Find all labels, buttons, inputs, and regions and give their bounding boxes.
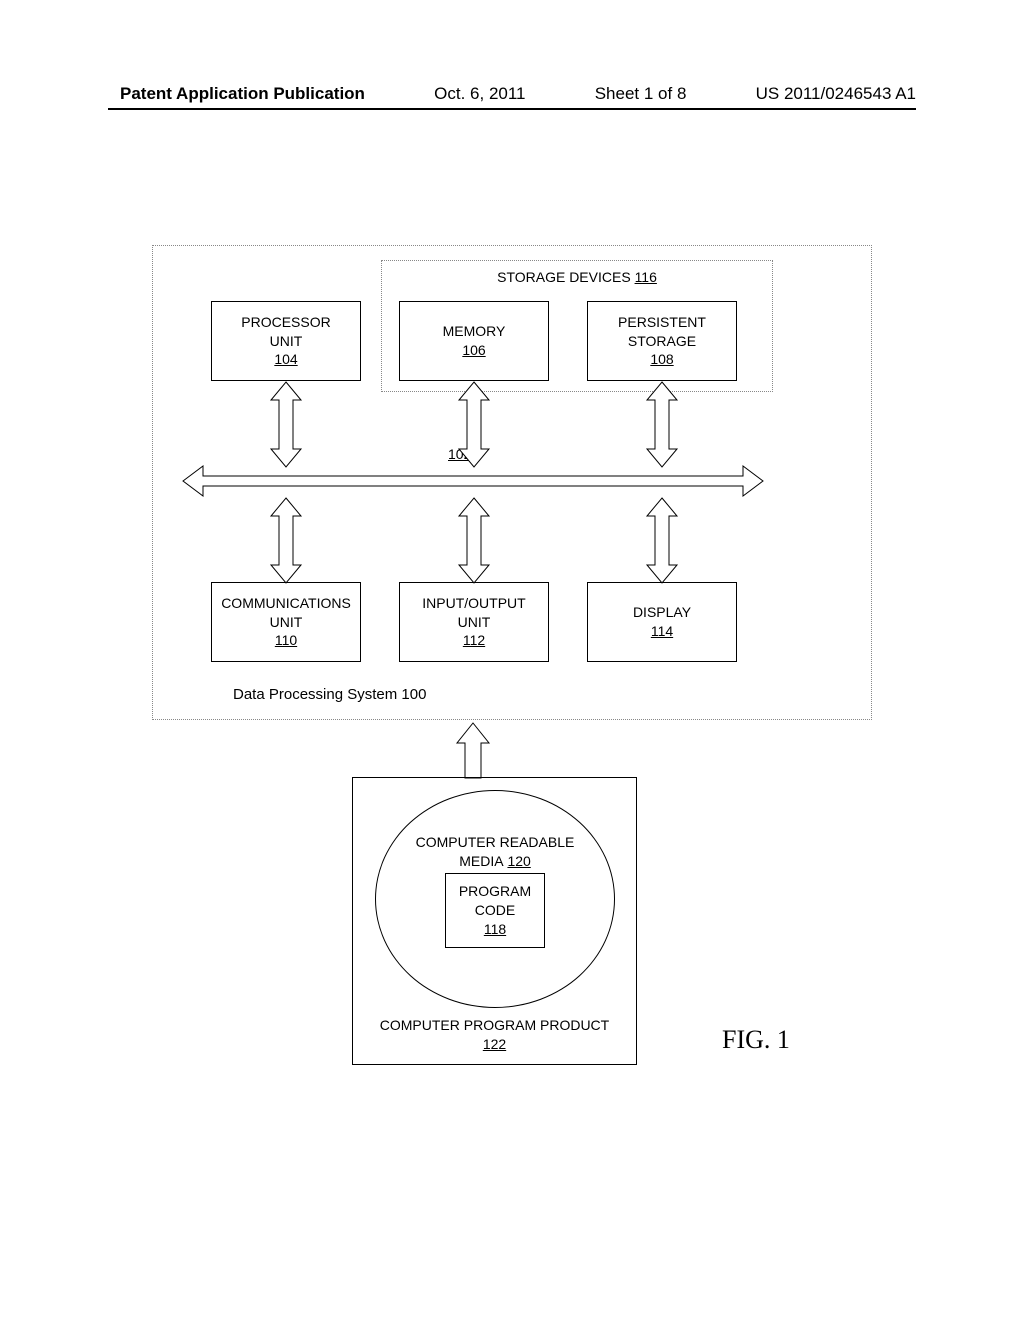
communications-unit-block: COMMUNICATIONS UNIT 110 bbox=[211, 582, 361, 662]
page-header: Patent Application Publication Oct. 6, 2… bbox=[0, 84, 1024, 104]
publication-type: Patent Application Publication bbox=[120, 84, 365, 104]
double-arrow-icon bbox=[459, 382, 489, 467]
storage-devices-label: STORAGE DEVICES 116 bbox=[382, 269, 772, 285]
double-arrow-icon bbox=[647, 382, 677, 467]
data-processing-system-box: STORAGE DEVICES 116 PROCESSOR UNIT 104 M… bbox=[152, 245, 872, 720]
computer-program-product-box: COMPUTER READABLE MEDIA 120 PROGRAM CODE… bbox=[352, 777, 637, 1065]
processor-unit-block: PROCESSOR UNIT 104 bbox=[211, 301, 361, 381]
double-arrow-icon bbox=[459, 498, 489, 583]
system-label: Data Processing System 100 bbox=[233, 686, 426, 703]
input-output-unit-block: INPUT/OUTPUT UNIT 112 bbox=[399, 582, 549, 662]
publication-date: Oct. 6, 2011 bbox=[434, 84, 525, 104]
memory-block: MEMORY 106 bbox=[399, 301, 549, 381]
figure-label: FIG. 1 bbox=[722, 1025, 790, 1055]
sheet-number: Sheet 1 of 8 bbox=[595, 84, 687, 104]
publication-number: US 2011/0246543 A1 bbox=[756, 84, 916, 104]
program-code-block: PROGRAM CODE 118 bbox=[445, 873, 545, 948]
double-arrow-icon bbox=[271, 382, 301, 467]
double-arrow-icon bbox=[271, 498, 301, 583]
double-arrow-icon bbox=[647, 498, 677, 583]
computer-program-product-label: COMPUTER PROGRAM PRODUCT 122 bbox=[353, 1016, 636, 1054]
figure-diagram: STORAGE DEVICES 116 PROCESSOR UNIT 104 M… bbox=[152, 245, 872, 1065]
up-arrow-icon bbox=[457, 723, 489, 778]
header-rule bbox=[108, 108, 916, 110]
bus-arrow-icon bbox=[183, 466, 763, 496]
persistent-storage-block: PERSISTENT STORAGE 108 bbox=[587, 301, 737, 381]
display-block: DISPLAY 114 bbox=[587, 582, 737, 662]
